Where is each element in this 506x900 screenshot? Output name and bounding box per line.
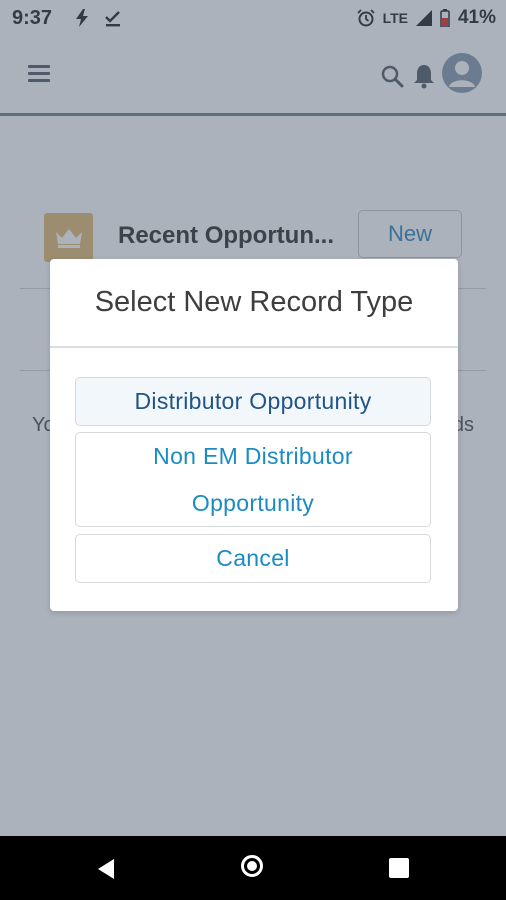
home-icon[interactable] — [241, 855, 263, 877]
option-label-line1: Non EM Distributor — [153, 442, 353, 469]
modal-title: Select New Record Type — [50, 259, 458, 348]
option-label-line2: Opportunity — [191, 489, 315, 516]
recents-icon[interactable] — [389, 858, 409, 878]
option-distributor-opportunity[interactable]: Distributor Opportunity — [75, 377, 431, 426]
option-non-em-distributor-opportunity[interactable]: Non EM Distributor Opportunity — [75, 432, 431, 527]
cancel-button[interactable]: Cancel — [75, 534, 431, 583]
system-nav-bar — [0, 836, 506, 900]
record-type-modal: Select New Record Type Distributor Oppor… — [50, 259, 458, 611]
back-icon[interactable] — [96, 858, 116, 880]
